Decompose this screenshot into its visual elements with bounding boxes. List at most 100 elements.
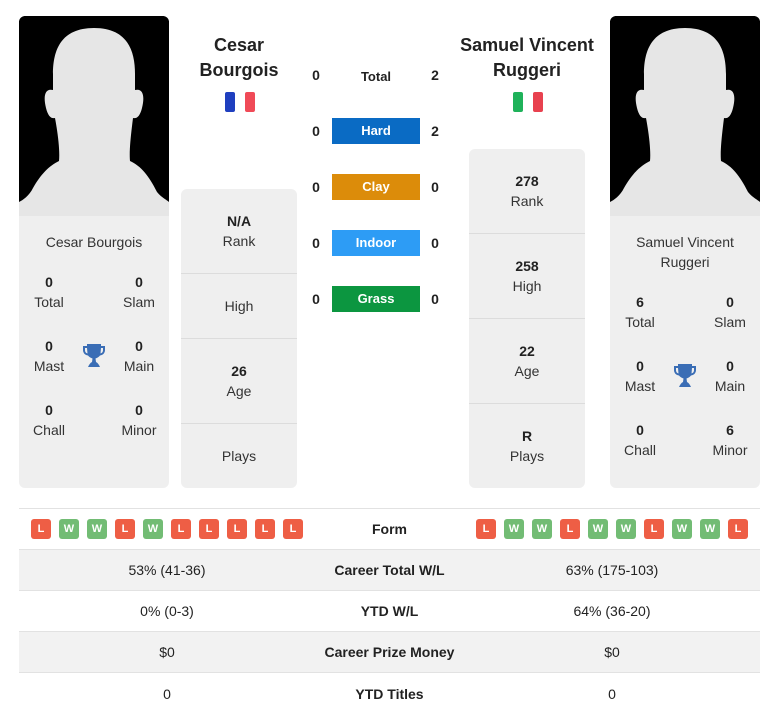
surface-indoor-p1: 0 xyxy=(312,235,320,251)
form-row: LWWLWLLLLL Form LWWLWWLWWL xyxy=(19,509,760,550)
form-badge-win[interactable]: W xyxy=(143,519,163,539)
form-badge-loss[interactable]: L xyxy=(728,519,748,539)
surface-total-label: Total xyxy=(360,69,392,84)
form-badge-win[interactable]: W xyxy=(504,519,524,539)
form-badge-win[interactable]: W xyxy=(700,519,720,539)
surface-total-p1: 0 xyxy=(312,67,320,83)
player1-card-name: Cesar Bourgois xyxy=(45,234,143,250)
ytd-wl-p1: 0% (0-3) xyxy=(140,603,194,619)
form-badge-win[interactable]: W xyxy=(588,519,608,539)
silhouette-icon xyxy=(610,16,760,216)
player2-card: Samuel Vincent Ruggeri 6 Total 0 Slam 0 Mas… xyxy=(610,16,760,488)
prize-money-label: Career Prize Money xyxy=(324,644,455,660)
player1-name-heading[interactable]: Cesar Bourgois xyxy=(181,33,297,83)
form-badge-win[interactable]: W xyxy=(87,519,107,539)
player2-titles-minor: 6 Minor xyxy=(712,422,748,458)
player1-name-line1: Cesar xyxy=(213,35,265,55)
form-badge-win[interactable]: W xyxy=(616,519,636,539)
player1-photo xyxy=(19,16,169,216)
surface-grass-p1: 0 xyxy=(312,291,320,307)
player1-card: Cesar Bourgois 0 Total 0 Slam 0 Mast 0 Main … xyxy=(19,16,169,488)
form-label: Form xyxy=(372,521,407,537)
form-badge-loss[interactable]: L xyxy=(171,519,191,539)
surface-hard-badge: Hard xyxy=(332,118,420,144)
surface-grass-badge: Grass xyxy=(332,286,420,312)
form-badge-loss[interactable]: L xyxy=(31,519,51,539)
surface-row-grass: 0 Grass 0 xyxy=(300,286,460,312)
player1-titles-chall: 0 Chall xyxy=(33,402,65,438)
player2-titles-chall: 0 Chall xyxy=(624,422,656,458)
surface-indoor-badge: Indoor xyxy=(332,230,420,256)
player2-titles-main: 0 Main xyxy=(714,358,746,394)
ytd-wl-p2: 64% (36-20) xyxy=(573,603,651,619)
player1-titles-slam: 0 Slam xyxy=(123,274,155,310)
form-badge-loss[interactable]: L xyxy=(115,519,135,539)
surface-row-hard: 0 Hard 2 xyxy=(300,118,460,144)
surface-row-total: 0 Total 2 xyxy=(300,62,460,88)
form-badge-loss[interactable]: L xyxy=(283,519,303,539)
france-flag-icon xyxy=(225,92,255,112)
form-badge-loss[interactable]: L xyxy=(255,519,275,539)
player1-titles-main: 0 Main xyxy=(123,338,155,374)
form-badge-win[interactable]: W xyxy=(532,519,552,539)
player2-titles: 6 Total 0 Slam 0 Mast 0 Main 0 Chall 6 Minor xyxy=(610,272,760,482)
surface-hard-p1: 0 xyxy=(312,123,320,139)
player2-stats: 278 Rank 258 High 22 Age R Plays xyxy=(469,149,585,488)
player2-name-heading[interactable]: Samuel Vincent Ruggeri xyxy=(447,33,607,83)
comparison-table: LWWLWLLLLL Form LWWLWWLWWL 53% (41-36) C… xyxy=(19,508,760,714)
player2-form-cell: LWWLWWLWWL xyxy=(464,519,760,539)
player2-age: 22 Age xyxy=(469,319,585,404)
trophy-icon xyxy=(673,362,697,388)
player1-plays: Plays xyxy=(221,448,257,464)
ytd-wl-label: YTD W/L xyxy=(360,603,419,619)
form-badge-loss[interactable]: L xyxy=(644,519,664,539)
player2-high: 258 High xyxy=(469,234,585,319)
surface-clay-p1: 0 xyxy=(312,179,320,195)
player1-titles-total: 0 Total xyxy=(34,274,64,310)
table-row: 0 YTD Titles 0 xyxy=(19,673,760,714)
surface-clay-p2: 0 xyxy=(431,179,439,195)
player2-name-line1: Samuel Vincent xyxy=(460,35,594,55)
form-badge-win[interactable]: W xyxy=(59,519,79,539)
surface-indoor-p2: 0 xyxy=(431,235,439,251)
player2-titles-mast: 0 Mast xyxy=(624,358,656,394)
player1-form-cell: LWWLWLLLLL xyxy=(19,519,315,539)
player2-card-name-line2: Ruggeri xyxy=(660,254,710,270)
player2-rank: 278 Rank xyxy=(469,149,585,234)
player1-titles-mast: 0 Mast xyxy=(33,338,65,374)
surface-row-indoor: 0 Indoor 0 xyxy=(300,230,460,256)
form-badge-loss[interactable]: L xyxy=(199,519,219,539)
player1-stats: N/A Rank High 26 Age Plays xyxy=(181,189,297,488)
player2-name-line2: Ruggeri xyxy=(492,60,561,80)
italy-flag-icon xyxy=(513,92,543,112)
player2-form: LWWLWWLWWL xyxy=(464,519,760,539)
player1-form: LWWLWLLLLL xyxy=(19,519,315,539)
ytd-titles-label: YTD Titles xyxy=(355,685,424,702)
player2-card-name: Samuel Vincent Ruggeri xyxy=(610,232,760,272)
player2-plays: R Plays xyxy=(509,428,545,464)
surface-total-p2: 2 xyxy=(431,67,439,83)
form-badge-loss[interactable]: L xyxy=(476,519,496,539)
form-badge-loss[interactable]: L xyxy=(560,519,580,539)
ytd-titles-p1: 0 xyxy=(163,685,171,702)
player1-titles-minor: 0 Minor xyxy=(121,402,157,438)
player2-card-name-line1: Samuel Vincent xyxy=(636,234,734,250)
player2-titles-total: 6 Total xyxy=(625,294,655,330)
form-badge-win[interactable]: W xyxy=(672,519,692,539)
career-wl-label: Career Total W/L xyxy=(334,562,445,578)
prize-money-p2: $0 xyxy=(604,644,620,660)
silhouette-icon xyxy=(19,16,169,216)
player1-age: 26 Age xyxy=(181,339,297,424)
surface-clay-badge: Clay xyxy=(332,174,420,200)
form-badge-loss[interactable]: L xyxy=(227,519,247,539)
player1-titles: 0 Total 0 Slam 0 Mast 0 Main 0 Chall 0 Minor xyxy=(19,252,169,482)
prize-money-p1: $0 xyxy=(159,644,175,660)
player2-photo xyxy=(610,16,760,216)
surface-row-clay: 0 Clay 0 xyxy=(300,174,460,200)
table-row: 53% (41-36) Career Total W/L 63% (175-10… xyxy=(19,550,760,591)
player1-high: High xyxy=(181,274,297,339)
ytd-titles-p2: 0 xyxy=(608,685,616,702)
surface-hard-p2: 2 xyxy=(431,123,439,139)
table-row: 0% (0-3) YTD W/L 64% (36-20) xyxy=(19,591,760,632)
career-wl-p2: 63% (175-103) xyxy=(565,562,659,578)
